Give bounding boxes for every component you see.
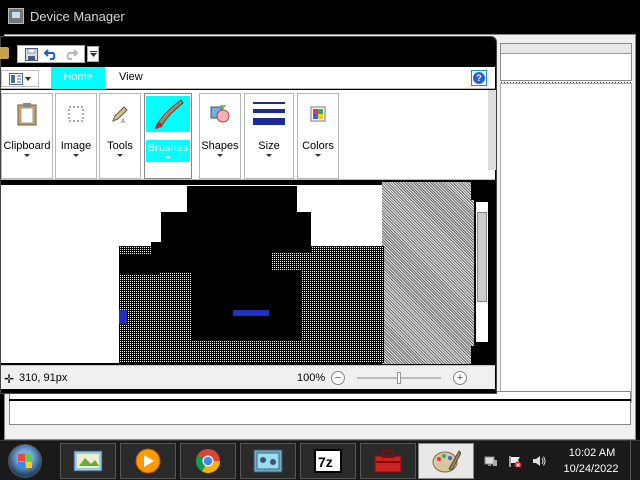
zoom-out-button[interactable]: − <box>331 371 345 385</box>
network-icon[interactable] <box>484 455 498 467</box>
size-group[interactable]: Size <box>244 93 294 179</box>
brushes-label: Brushes <box>147 142 189 154</box>
save-icon <box>24 47 38 61</box>
colors-group[interactable]: Colors <box>297 93 339 179</box>
taskbar-app-chrome[interactable] <box>180 443 236 479</box>
7zip-taskbar-icon: 7z <box>314 449 342 473</box>
device-manager-taskbar-icon <box>253 449 283 473</box>
tab-view[interactable]: View <box>111 67 155 89</box>
paint-menu-icon <box>9 72 23 85</box>
tools-group[interactable]: A Tools <box>99 93 141 179</box>
device-manager-panel <box>500 83 632 403</box>
paint-palette-taskbar-icon <box>432 450 461 473</box>
chevron-down-icon <box>165 156 171 159</box>
size-label: Size <box>258 140 280 152</box>
zoom-level: 100% <box>297 372 326 384</box>
action-center-flag-icon[interactable] <box>508 455 522 467</box>
undo-icon <box>44 49 56 60</box>
taskbar-app-device-manager[interactable] <box>240 443 296 479</box>
device-manager-title: Device Manager <box>30 8 125 24</box>
paint-window: Home View ? Clipboard Image A Tools Brus… <box>0 36 497 394</box>
paint-taskbar-icon <box>73 450 103 472</box>
quick-access-toolbar <box>1 44 99 64</box>
windows-logo-icon <box>18 454 32 468</box>
clipboard-label: Clipboard <box>3 140 51 152</box>
scrollbar-thumb[interactable] <box>477 212 487 302</box>
device-manager-title-bar[interactable]: Device Manager <box>8 8 125 24</box>
taskbar: 7z 10:02 AM 10/24/2022 <box>0 440 640 480</box>
ribbon-scrollbar[interactable] <box>488 90 496 170</box>
color-palette-icon <box>310 106 326 122</box>
save-button[interactable] <box>22 46 40 62</box>
clock-date[interactable]: 10/24/2022 <box>560 463 622 475</box>
chevron-down-icon <box>217 154 223 157</box>
chevron-down-icon <box>24 154 30 157</box>
zoom-in-button[interactable]: + <box>453 371 467 385</box>
image-group[interactable]: Image <box>55 93 97 179</box>
pencil-icon: A <box>112 106 128 124</box>
cursor-position: 310, 91px <box>19 372 68 384</box>
device-manager-icon <box>8 8 24 24</box>
device-manager-list-header <box>500 43 632 88</box>
clipboard-group[interactable]: Clipboard <box>1 93 53 179</box>
shapes-icon <box>210 105 230 123</box>
chevron-down-icon <box>315 154 321 157</box>
svg-text:A: A <box>121 119 125 124</box>
colors-label: Colors <box>302 140 334 152</box>
ribbon-tab-bar: Home View ? <box>1 67 495 89</box>
shapes-label: Shapes <box>201 140 239 152</box>
undo-button[interactable] <box>42 46 60 62</box>
canvas-area[interactable] <box>1 182 489 364</box>
brush-icon <box>155 99 184 129</box>
redo-button[interactable] <box>62 46 80 62</box>
taskbar-app-7zip[interactable]: 7z <box>300 443 356 479</box>
start-button[interactable] <box>8 444 42 478</box>
chevron-down-icon <box>25 76 31 81</box>
status-bar: ✛ 310, 91px 100% − + <box>1 365 495 389</box>
show-desktop-button[interactable] <box>630 441 640 480</box>
clock-time[interactable]: 10:02 AM <box>562 447 622 459</box>
device-manager-bottom-panel <box>9 391 631 425</box>
canvas-vertical-scrollbar[interactable] <box>474 182 490 364</box>
cursor-position-icon: ✛ <box>4 372 15 386</box>
svg-text:7z: 7z <box>318 454 333 470</box>
taskbar-app-media[interactable] <box>120 443 176 479</box>
chevron-down-icon <box>73 154 79 157</box>
customize-quick-access-button[interactable] <box>87 46 99 62</box>
size-icon <box>253 102 285 125</box>
clipboard-icon <box>17 103 37 126</box>
chevron-down-icon <box>266 154 272 157</box>
zoom-slider-thumb[interactable] <box>397 372 401 384</box>
help-button[interactable]: ? <box>471 70 487 86</box>
toolbox-taskbar-icon <box>374 450 402 473</box>
taskbar-app-paint-active[interactable] <box>418 443 474 479</box>
help-icon: ? <box>473 72 485 84</box>
taskbar-app-paint[interactable] <box>60 443 116 479</box>
media-player-taskbar-icon <box>135 448 161 474</box>
taskbar-app-toolbox[interactable] <box>360 443 416 479</box>
ribbon-home: Clipboard Image A Tools Brushes Shapes S… <box>1 90 495 180</box>
tools-label: Tools <box>107 140 133 152</box>
chevron-down-icon <box>89 51 97 57</box>
select-icon <box>68 106 84 122</box>
brushes-group[interactable]: Brushes <box>144 93 192 179</box>
tab-home[interactable]: Home <box>51 67 105 89</box>
chevron-down-icon <box>117 154 123 157</box>
volume-icon[interactable] <box>532 455 546 467</box>
redo-icon <box>66 49 78 60</box>
image-label: Image <box>60 140 92 152</box>
paint-menu-button[interactable] <box>1 70 39 87</box>
shapes-group[interactable]: Shapes <box>199 93 241 179</box>
chrome-taskbar-icon <box>195 449 220 474</box>
